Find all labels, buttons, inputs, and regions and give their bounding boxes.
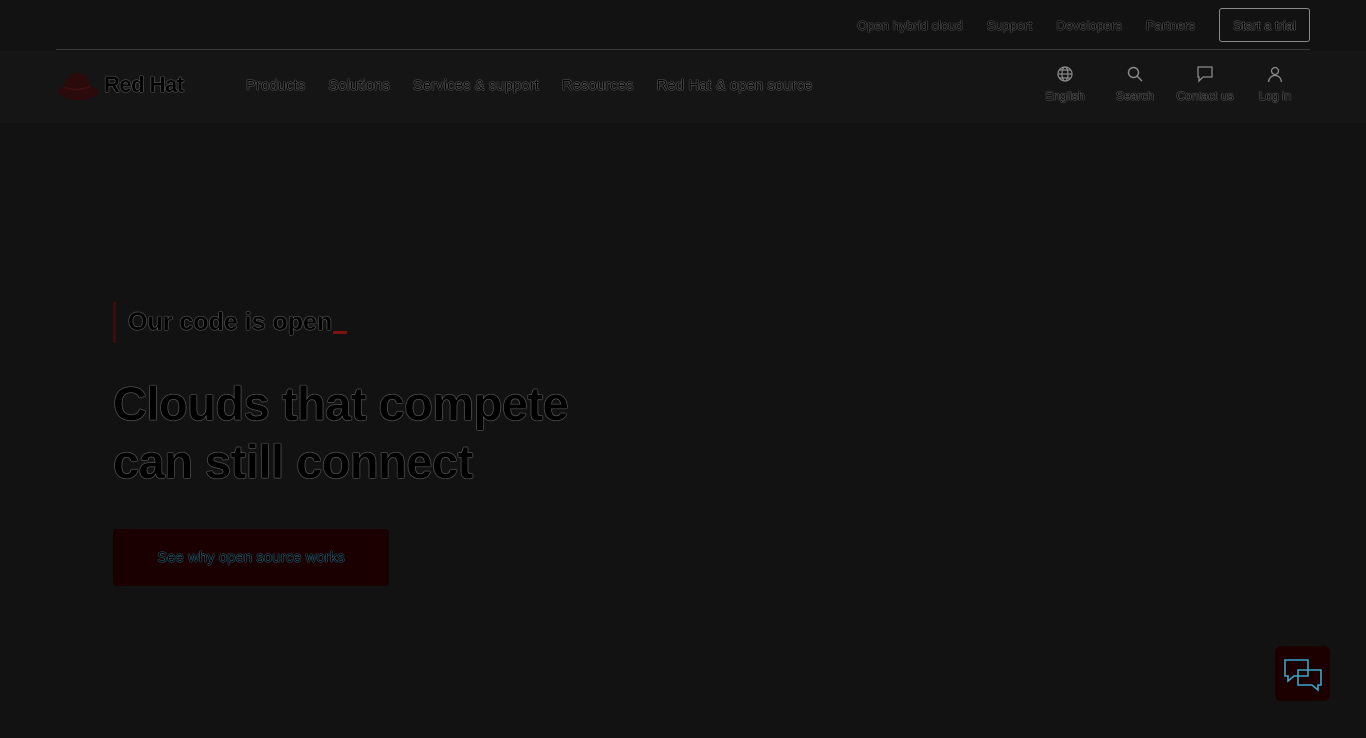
start-trial-button[interactable]: Start a trial <box>1219 8 1310 42</box>
nav-item-red-hat-open-source[interactable]: Red Hat & open source <box>657 77 813 94</box>
hero-headline: Clouds that compete can still connect <box>113 375 713 491</box>
contact-us-button[interactable]: Contact us <box>1170 65 1240 103</box>
utility-link-open-hybrid-cloud[interactable]: Open hybrid cloud <box>857 18 963 33</box>
nav-item-services-support[interactable]: Services & support <box>413 77 539 94</box>
utility-link-support[interactable]: Support <box>987 18 1033 33</box>
nav-item-resources[interactable]: Resources <box>562 77 634 94</box>
logo-wordmark: Red Hat <box>104 72 184 97</box>
nav-tools: English Search Contact us Log in <box>1030 65 1310 103</box>
nav-item-products[interactable]: Products <box>246 77 305 94</box>
utility-link-partners[interactable]: Partners <box>1146 18 1195 33</box>
search-label: Search <box>1115 89 1155 103</box>
language-selector[interactable]: English <box>1030 65 1100 103</box>
search-icon <box>1127 66 1143 82</box>
primary-nav: Products Solutions Services & support Re… <box>246 77 835 94</box>
user-icon <box>1267 66 1283 83</box>
main-nav: Red Hat Products Solutions Services & su… <box>0 51 1366 123</box>
utility-links: Open hybrid cloud Support Developers Par… <box>857 8 1310 42</box>
red-hat-logo[interactable]: Red Hat <box>56 67 184 103</box>
chat-bubble-icon <box>1197 66 1213 83</box>
hero-section: Our code is open Clouds that compete can… <box>113 302 713 586</box>
contact-us-label: Contact us <box>1176 89 1234 103</box>
search-button[interactable]: Search <box>1100 65 1170 103</box>
hero-eyebrow-text: Our code is open <box>128 308 348 337</box>
globe-icon <box>1057 66 1073 82</box>
nav-item-solutions[interactable]: Solutions <box>328 77 390 94</box>
utility-bar: Open hybrid cloud Support Developers Par… <box>56 0 1310 50</box>
hero-headline-line-1: Clouds that compete <box>113 377 569 430</box>
page: Open hybrid cloud Support Developers Par… <box>0 0 1366 738</box>
hero-eyebrow-label: Our code is open <box>128 308 333 336</box>
red-hat-logo-icon <box>58 73 98 100</box>
language-label: English <box>1045 89 1085 103</box>
typing-cursor <box>333 331 348 334</box>
log-in-label: Log in <box>1258 89 1292 103</box>
chat-support-icon <box>1283 658 1322 692</box>
log-in-button[interactable]: Log in <box>1240 65 1310 103</box>
hero-headline-line-2: can still connect <box>113 435 473 488</box>
chat-support-widget[interactable] <box>1275 646 1330 701</box>
utility-link-developers[interactable]: Developers <box>1056 18 1122 33</box>
hero-eyebrow: Our code is open <box>113 302 713 343</box>
see-why-open-source-works-button[interactable]: See why open source works <box>113 529 389 586</box>
